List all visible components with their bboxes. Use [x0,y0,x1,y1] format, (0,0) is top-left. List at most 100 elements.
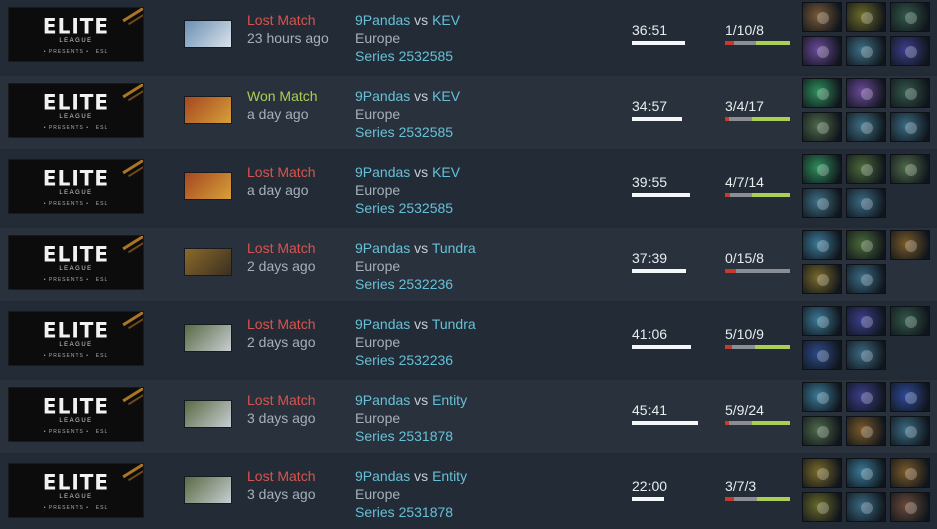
tiny-portrait-icon[interactable] [184,324,232,352]
quarterstaff-icon[interactable] [890,2,930,32]
series-link[interactable]: Series 2532236 [355,275,453,293]
boots-icon[interactable] [802,2,842,32]
match-row[interactable]: ELITE LEAGUE • PRESENTS • ESL Lost Match 23 … [0,0,937,73]
match-time: 2 days ago [247,258,316,274]
magic-wand-icon[interactable] [802,230,842,260]
series-link[interactable]: Series 2532585 [355,47,453,65]
match-result[interactable]: Lost Match [247,391,315,409]
quarterstaff-icon[interactable] [890,78,930,108]
match-row[interactable]: ELITE LEAGUE • PRESENTS • ESL Lost Match 3 d… [0,380,937,453]
shadow-blade-icon[interactable] [846,306,886,336]
eul-scepter-icon[interactable] [802,188,842,218]
tranquil-boots-icon[interactable] [802,78,842,108]
versus-text: vs [414,468,429,484]
team-a-link[interactable]: 9Pandas [355,88,410,104]
match-result[interactable]: Lost Match [247,239,315,257]
magic-wand-icon[interactable] [802,382,842,412]
team-b-link[interactable]: KEV [432,12,460,28]
eul-scepter-icon[interactable] [846,112,886,142]
force-staff-icon[interactable] [846,492,886,522]
meteor-hammer-icon[interactable] [802,112,842,142]
tusk-portrait-icon[interactable] [184,248,232,276]
team-b-link[interactable]: Entity [432,468,467,484]
series-link[interactable]: Series 2531878 [355,503,453,521]
series-link[interactable]: Series 2531878 [355,427,453,445]
force-staff-icon[interactable] [846,188,886,218]
shadow-blade-icon[interactable] [846,382,886,412]
force-staff-icon[interactable] [846,340,886,370]
match-result[interactable]: Lost Match [247,467,315,485]
match-region: Europe [355,182,401,198]
team-a-link[interactable]: 9Pandas [355,164,410,180]
quarterstaff-icon[interactable] [890,306,930,336]
bottle-icon[interactable] [890,230,930,260]
force-staff-icon[interactable] [890,112,930,142]
urn-icon[interactable] [802,264,842,294]
shadow-blade-icon[interactable] [890,36,930,66]
blink-dagger-icon[interactable] [846,2,886,32]
force-staff-icon[interactable] [890,416,930,446]
duration-bar-fill [632,41,685,45]
team-a-link[interactable]: 9Pandas [355,392,410,408]
team-a-link[interactable]: 9Pandas [355,316,410,332]
gauntlets-icon[interactable] [802,492,842,522]
team-b-link[interactable]: Tundra [432,240,476,256]
versus-text: vs [414,12,429,28]
kunkka-portrait-icon[interactable] [184,20,232,48]
item-grid [802,382,934,452]
team-b-link[interactable]: KEV [432,88,460,104]
team-a-link[interactable]: 9Pandas [355,468,410,484]
match-region: Europe [355,30,401,46]
magic-wand-icon[interactable] [802,306,842,336]
match-teams: 9Pandas vs Tundra [355,239,476,257]
logo-sub: LEAGUE [59,494,93,500]
duration-bar [632,269,712,273]
quarterstaff-icon[interactable] [846,230,886,260]
team-b-link[interactable]: Tundra [432,316,476,332]
earthshaker-portrait-icon[interactable] [184,96,232,124]
kda-deaths-segment [725,269,736,273]
blink-dagger-icon[interactable] [802,340,842,370]
tiny-portrait-icon[interactable] [184,476,232,504]
tranquil-boots-icon[interactable] [802,154,842,184]
logo-meta: • PRESENTS • ESL [43,505,109,511]
match-result[interactable]: Lost Match [247,315,315,333]
kda-assists-segment [735,269,790,273]
bottle-icon[interactable] [846,416,886,446]
meteor-hammer-icon[interactable] [890,154,930,184]
series-link[interactable]: Series 2532585 [355,123,453,141]
quarterstaff-icon[interactable] [846,154,886,184]
team-a-link[interactable]: 9Pandas [355,12,410,28]
match-row[interactable]: ELITE LEAGUE • PRESENTS • ESL Lost Match a d… [0,152,937,225]
match-row[interactable]: ELITE LEAGUE • PRESENTS • ESL Lost Match 2 d… [0,228,937,301]
team-b-link[interactable]: KEV [432,164,460,180]
meteor-hammer-icon[interactable] [802,416,842,446]
team-a-link[interactable]: 9Pandas [355,240,410,256]
match-row[interactable]: ELITE LEAGUE • PRESENTS • ESL Lost Match 3 d… [0,456,937,529]
item-grid [802,78,934,148]
bottle-icon[interactable] [802,36,842,66]
bottle-icon[interactable] [890,458,930,488]
boots-icon[interactable] [890,492,930,522]
aether-lens-icon[interactable] [890,382,930,412]
match-row[interactable]: ELITE LEAGUE • PRESENTS • ESL Won Match a da… [0,76,937,149]
bottle-icon[interactable] [846,78,886,108]
logo-sub: LEAGUE [59,418,93,424]
series-link[interactable]: Series 2532236 [355,351,453,369]
magic-wand-icon[interactable] [846,458,886,488]
tiny-portrait-icon[interactable] [184,400,232,428]
logo-sub: LEAGUE [59,190,93,196]
series-link[interactable]: Series 2532585 [355,199,453,217]
match-result[interactable]: Lost Match [247,11,315,29]
duration-bar [632,117,712,121]
league-logo: ELITE LEAGUE • PRESENTS • ESL [8,463,144,518]
eul-scepter-icon[interactable] [846,36,886,66]
kda-kills-segment [756,41,790,45]
match-row[interactable]: ELITE LEAGUE • PRESENTS • ESL Lost Match 2 d… [0,304,937,377]
team-b-link[interactable]: Entity [432,392,467,408]
gauntlets-icon[interactable] [802,458,842,488]
force-staff-icon[interactable] [846,264,886,294]
match-result[interactable]: Won Match [247,87,318,105]
earthshaker-portrait-icon[interactable] [184,172,232,200]
match-result[interactable]: Lost Match [247,163,315,181]
